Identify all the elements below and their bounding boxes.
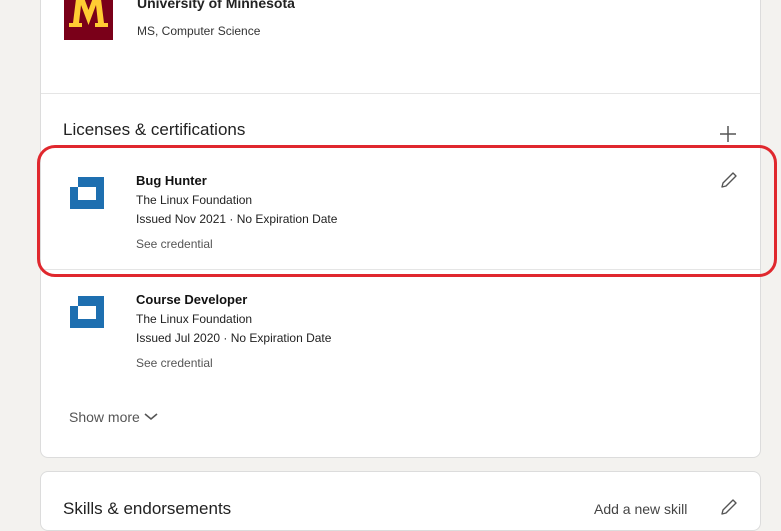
cert-name[interactable]: Course Developer — [136, 292, 247, 307]
add-new-skill-button[interactable]: Add a new skill — [594, 501, 687, 517]
section-divider — [41, 93, 760, 94]
licenses-section-title: Licenses & certifications — [63, 120, 246, 139]
item-divider — [41, 269, 760, 270]
cert-issued-date: Issued Nov 2021 · No Expiration Date — [136, 212, 338, 226]
pencil-icon[interactable] — [718, 169, 740, 191]
show-more-button[interactable]: Show more — [69, 409, 158, 425]
chevron-down-icon — [144, 413, 158, 421]
see-credential-link[interactable]: See credential — [136, 237, 213, 251]
skills-card: Skills & endorsements Add a new skill — [40, 471, 761, 531]
pencil-icon[interactable] — [718, 496, 740, 518]
cert-issued-date: Issued Jul 2020 · No Expiration Date — [136, 331, 332, 345]
see-credential-link[interactable]: See credential — [136, 356, 213, 370]
school-name[interactable]: University of Minnesota — [137, 0, 295, 11]
university-logo[interactable] — [64, 0, 113, 40]
linux-foundation-logo[interactable] — [70, 177, 104, 209]
plus-icon[interactable] — [718, 124, 738, 144]
education-licenses-card: University of Minnesota MS, Computer Sci… — [40, 0, 761, 458]
cert-issuer: The Linux Foundation — [136, 193, 253, 207]
skills-section-title: Skills & endorsements — [63, 499, 232, 518]
show-more-label: Show more — [69, 409, 140, 425]
linux-foundation-logo[interactable] — [70, 296, 104, 328]
degree: MS, Computer Science — [137, 24, 261, 38]
cert-name[interactable]: Bug Hunter — [136, 173, 207, 188]
cert-issuer: The Linux Foundation — [136, 312, 253, 326]
